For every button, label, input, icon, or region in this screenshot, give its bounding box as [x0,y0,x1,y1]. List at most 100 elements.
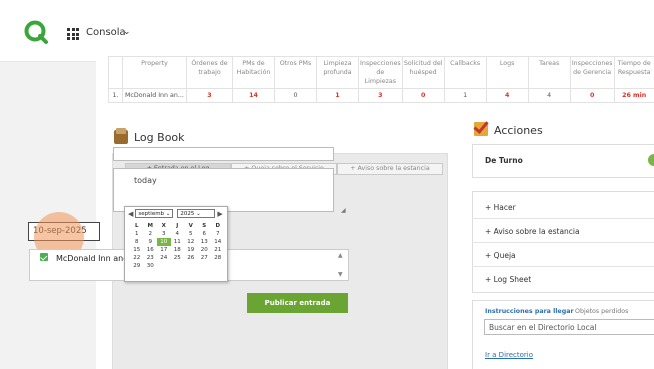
publish-entry-button[interactable]: Publicar entrada [247,293,348,313]
table-cell[interactable]: 0 [569,88,615,104]
table-header: Logs [485,55,529,90]
table-header: Callbacks [443,55,487,90]
calendar-day[interactable]: 6 [198,230,212,238]
tab-stay-notice[interactable]: + Aviso sobre la estancia [337,163,443,175]
divider [472,218,654,219]
calendar-day[interactable]: 1 [130,230,144,238]
weekday-header: D [215,223,221,229]
console-menu-label[interactable]: Consola [86,27,126,38]
table-header: Inspecciones de Limpiezas [358,55,403,90]
log-text-value: today [134,176,157,185]
calendar-day[interactable]: 25 [171,254,185,262]
table-cell[interactable]: 1 [443,88,487,104]
weekday-header: X [161,223,166,229]
calendar-day[interactable]: 20 [198,246,212,254]
log-subject-input[interactable] [113,147,334,161]
action-complaint[interactable]: + Queja [485,251,516,260]
divider [472,242,654,243]
calendar-day[interactable]: 29 [130,262,144,270]
resize-handle-icon[interactable]: ◢ [341,207,346,214]
table-header: PMs de Habitación [232,55,275,90]
calendar-day[interactable]: 24 [157,254,171,262]
table-header: Tiempo de Respuesta [613,55,654,90]
action-todo[interactable]: + Hacer [485,203,516,212]
table-header: Property [122,55,187,90]
calendar-day[interactable]: 7 [211,230,225,238]
table-cell[interactable]: 0 [401,88,445,104]
table-row[interactable]: 1. McDonald Inn an... 3 14 0 1 3 0 1 4 4… [108,88,654,104]
calendar-day[interactable]: 13 [198,238,212,246]
calendar-day[interactable]: 28 [211,254,225,262]
divider [472,266,654,267]
calendar-day[interactable]: 18 [171,246,185,254]
calendar-day[interactable]: 27 [198,254,212,262]
on-duty-label: De Turno [485,156,523,165]
month-value: septiemb [138,211,165,217]
checkbox-checked-icon[interactable] [40,253,48,261]
top-bar: Consola ⌄ [0,0,654,62]
calendar-day[interactable]: 17 [157,246,171,254]
calendar-day[interactable]: 14 [211,238,225,246]
apps-grid-icon[interactable] [67,28,79,40]
calendar-day[interactable]: 8 [130,238,144,246]
table-header: Limpieza profunda [316,55,359,90]
weekday-header: S [202,223,207,229]
table-cell[interactable]: 26 min [613,88,654,104]
next-month-icon[interactable]: ▶ [217,210,222,218]
table-header: Solicitud del huésped [401,55,445,90]
table-header [108,55,123,90]
table-cell[interactable]: 4 [485,88,529,104]
calendar-day[interactable]: 16 [144,246,158,254]
calendar-day[interactable]: 3 [157,230,171,238]
year-select[interactable]: 2025 ⌄ [177,209,216,218]
calendar-day[interactable]: 4 [171,230,185,238]
calendar-grid: L M X J V S D 1 2 3 4 5 6 7 8 9 10 11 12 13 14 15 16 17 18 19 20 21… [130,222,225,270]
tab-directions[interactable]: Instrucciones para llegar [485,308,574,315]
weekday-header: V [188,223,193,229]
table-cell[interactable]: 1 [316,88,359,104]
stats-table: Property Órdenes de trabajo PMs de Habit… [108,55,654,104]
table-header: Tareas [527,55,571,90]
calendar-day[interactable]: 30 [144,262,158,270]
scroll-down-icon[interactable]: ▼ [338,271,343,278]
table-cell: 1. [108,88,123,104]
calendar-day[interactable]: 5 [184,230,198,238]
table-cell[interactable]: 3 [186,88,233,104]
on-duty-toggle[interactable] [648,154,654,166]
table-cell[interactable]: 14 [232,88,275,104]
calendar-day[interactable]: 12 [184,238,198,246]
table-cell[interactable]: 0 [274,88,317,104]
logbook-title: Log Book [134,131,185,144]
go-to-directory-link[interactable]: Ir a Directorio [485,351,533,359]
tab-lost-found[interactable]: Objetos perdidos [575,308,628,315]
action-log-sheet[interactable]: + Log Sheet [485,275,531,284]
table-cell[interactable]: 4 [527,88,571,104]
calendar-day[interactable]: 9 [144,238,158,246]
directory-search-input[interactable]: Buscar en el Directorio Local [484,319,654,335]
calendar-day[interactable]: 26 [184,254,198,262]
chevron-down-icon[interactable]: ⌄ [123,27,131,37]
calendar-day[interactable]: 23 [144,254,158,262]
calendar-day[interactable]: 10 [157,238,171,246]
calendar-day[interactable]: 19 [184,246,198,254]
weekday-header: L [134,223,139,229]
app-logo-icon[interactable] [24,20,48,44]
scroll-up-icon[interactable]: ▲ [338,252,343,259]
acciones-check-icon [474,122,488,136]
month-select[interactable]: septiemb ⌄ [135,209,174,218]
weekday-header: M [147,223,153,229]
calendar-day[interactable]: 21 [211,246,225,254]
calendar-day[interactable]: 22 [130,254,144,262]
weekday-header: J [176,223,179,229]
table-header: Otros PMs [274,55,317,90]
prev-month-icon[interactable]: ◀ [128,210,133,218]
table-header: Inspecciones de Gerencia [569,55,615,90]
table-cell[interactable]: 3 [358,88,403,104]
table-cell-property[interactable]: McDonald Inn an... [122,88,187,104]
calendar-day[interactable]: 2 [144,230,158,238]
calendar-day[interactable]: 15 [130,246,144,254]
year-value: 2025 [180,211,195,217]
table-header: Órdenes de trabajo [186,55,233,90]
action-stay-notice[interactable]: + Aviso sobre la estancia [485,227,580,236]
calendar-day[interactable]: 11 [171,238,185,246]
